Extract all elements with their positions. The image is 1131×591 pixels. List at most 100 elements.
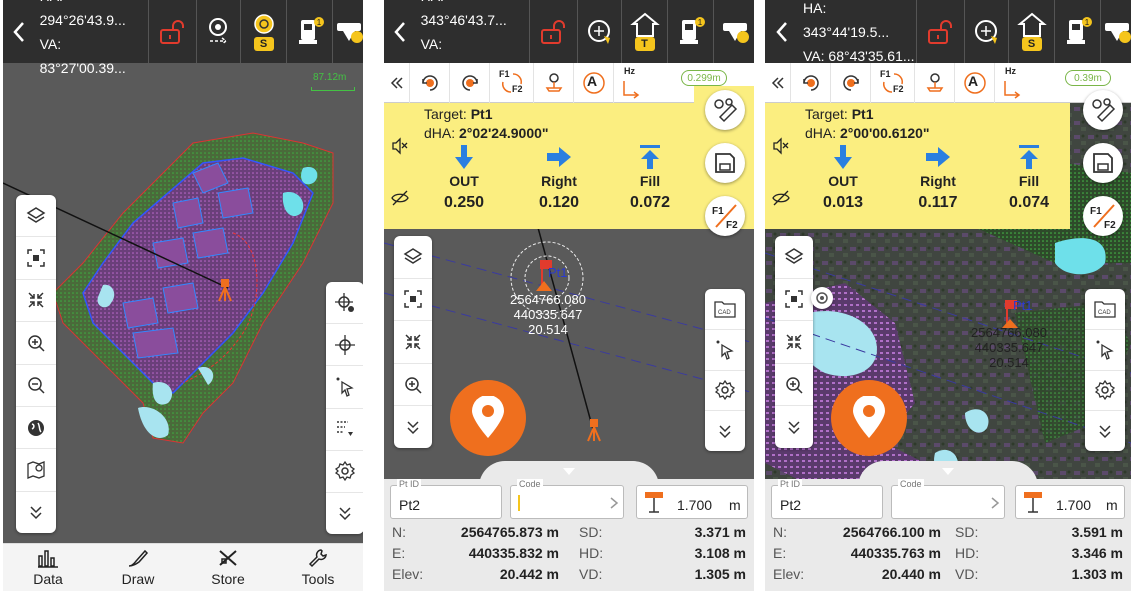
prism-button[interactable] [197, 0, 241, 63]
expand-right-button[interactable] [326, 493, 363, 534]
unlock-button[interactable] [149, 0, 197, 63]
nav-data[interactable]: Data [3, 544, 93, 591]
f1f2-button[interactable]: F1 F2 [705, 196, 745, 236]
select-button[interactable] [326, 366, 363, 409]
rotate-left-button[interactable] [791, 62, 831, 103]
expand-right-button[interactable] [1085, 411, 1125, 451]
basemap-button[interactable] [16, 407, 56, 450]
stake-point-button[interactable] [831, 380, 907, 456]
sheet-handle[interactable] [479, 461, 659, 487]
expand-button[interactable] [16, 492, 56, 533]
cad-button[interactable]: CAD [1085, 289, 1125, 330]
back-button[interactable] [3, 0, 36, 63]
shrink-button[interactable] [16, 280, 56, 323]
unlock-button[interactable] [530, 0, 578, 63]
antenna-height-field[interactable]: 1.700 m [1015, 485, 1125, 519]
cad-button[interactable]: CAD [705, 289, 745, 330]
target-mode-button[interactable]: S [241, 0, 287, 63]
settings-button[interactable] [1085, 371, 1125, 412]
rotate-left-button[interactable] [410, 62, 450, 103]
instrument-button[interactable]: 1 [287, 0, 333, 63]
face-switch-button[interactable]: F1 F2 [871, 62, 915, 103]
sheet-handle[interactable] [858, 461, 1038, 487]
zoom-out-icon [28, 377, 45, 394]
fill-up-icon [1019, 145, 1039, 169]
instrument-button[interactable]: 1 [1055, 0, 1101, 63]
prism-button[interactable] [578, 0, 622, 63]
hz-button[interactable]: Hz [995, 63, 1029, 103]
prism-height-button[interactable] [534, 62, 574, 103]
guide-fill-dir: Fill [639, 173, 661, 189]
zoom-out-button[interactable] [16, 365, 56, 407]
auto-aim-button[interactable]: A [574, 62, 614, 103]
instrument-button[interactable]: 1 [668, 0, 714, 63]
ptid-field[interactable]: Pt ID Pt2 [771, 479, 883, 519]
rotate-right-button[interactable] [831, 62, 871, 103]
map-search-button[interactable] [16, 449, 56, 492]
back-button[interactable] [384, 0, 417, 63]
draw-icon [128, 549, 149, 567]
center-button[interactable] [326, 324, 363, 367]
back-button[interactable] [765, 0, 799, 63]
connection-button[interactable] [333, 0, 363, 63]
location-button[interactable] [811, 287, 833, 309]
ptid-field[interactable]: Pt ID Pt2 [390, 479, 502, 519]
rotate-right-button[interactable] [450, 62, 490, 103]
save-button[interactable] [1083, 143, 1123, 183]
select-button[interactable] [705, 330, 745, 371]
guide-out-dir: OUT [449, 173, 479, 189]
collapse-toolbar-button[interactable] [384, 62, 410, 103]
hz-label: Hz [1005, 65, 1016, 76]
zoom-in-button[interactable] [16, 322, 56, 365]
mode-letter: T [634, 36, 655, 51]
fit-extent-button[interactable] [394, 279, 432, 322]
fit-extent-button[interactable] [16, 237, 56, 280]
ruler-button[interactable] [1083, 90, 1123, 130]
select-button[interactable] [1085, 330, 1125, 371]
fit-extent-button[interactable] [775, 279, 813, 322]
f1f2-button[interactable]: F1 F2 [1083, 196, 1123, 236]
expand-right-button[interactable] [705, 411, 745, 451]
settings-button[interactable] [705, 371, 745, 412]
left-toolbar [775, 236, 813, 448]
zoom-in-button[interactable] [775, 364, 813, 407]
code-field[interactable]: Code [891, 479, 1005, 519]
globe-icon [28, 419, 44, 436]
guide-out-dir: OUT [828, 173, 858, 189]
layers-button[interactable] [394, 236, 432, 279]
target-mode-button[interactable]: T [622, 0, 668, 63]
code-field[interactable]: Code [510, 479, 624, 519]
target-mode-button[interactable]: S [1009, 0, 1055, 63]
target-point-n: 2564766.080 [510, 292, 586, 307]
unlock-button[interactable] [917, 0, 965, 63]
layers-button[interactable] [775, 236, 813, 279]
antenna-height-field[interactable]: 1.700 m [636, 485, 748, 519]
layers-button[interactable] [16, 195, 56, 238]
prism-height-button[interactable] [915, 62, 955, 103]
nav-tools[interactable]: Tools [273, 544, 363, 591]
prism-button[interactable] [965, 0, 1009, 63]
expand-button[interactable] [775, 406, 813, 448]
connection-button[interactable] [1101, 0, 1131, 63]
stake-point-button[interactable] [450, 380, 526, 456]
settings-button[interactable] [326, 451, 363, 493]
rotate-left-icon [802, 74, 819, 91]
list-button[interactable] [326, 409, 363, 451]
auto-aim-button[interactable]: A [955, 62, 995, 103]
shrink-button[interactable] [775, 321, 813, 364]
point-settings-button[interactable] [326, 282, 363, 325]
shrink-button[interactable] [394, 321, 432, 364]
map-canvas[interactable] [3, 63, 363, 591]
nav-store[interactable]: Store [183, 544, 273, 591]
ruler-button[interactable] [705, 90, 745, 130]
save-button[interactable] [705, 143, 745, 183]
target-point-e: 440335.647 [974, 340, 1044, 355]
connection-button[interactable] [714, 0, 754, 63]
hz-button[interactable]: Hz [614, 63, 648, 103]
tools-icon [308, 549, 327, 568]
face-switch-button[interactable]: F1 F2 [490, 62, 534, 103]
zoom-in-button[interactable] [394, 364, 432, 407]
expand-button[interactable] [394, 406, 432, 448]
collapse-toolbar-button[interactable] [765, 62, 791, 103]
nav-draw[interactable]: Draw [93, 544, 183, 591]
